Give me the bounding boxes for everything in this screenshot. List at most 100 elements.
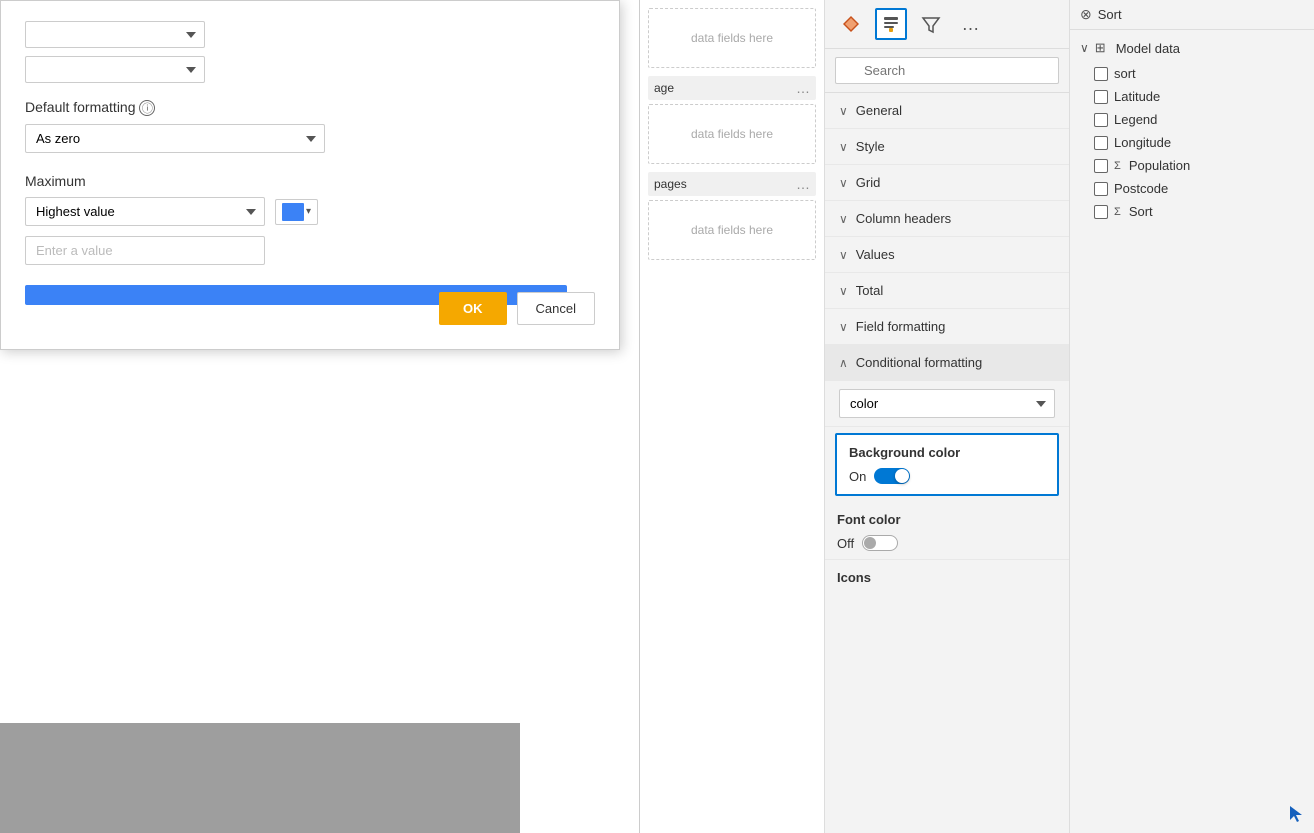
far-right-panel: ⊗ Sort ∨ ⊞ Model data sort Latitude Lege…: [1070, 0, 1314, 833]
format-search-bar: 🔍: [825, 49, 1069, 93]
field-checkbox-postcode[interactable]: [1094, 182, 1108, 196]
field-checkbox-population[interactable]: [1094, 159, 1108, 173]
format-paintbrush-icon-btn[interactable]: [875, 8, 907, 40]
color-swatch: [282, 203, 304, 221]
format-paintbrush-icon: [881, 14, 901, 34]
maximum-label: Maximum: [25, 173, 595, 189]
drop-zone-3[interactable]: data fields here: [648, 200, 816, 260]
field-item-sort: sort: [1070, 62, 1314, 85]
gray-area: [0, 723, 520, 833]
font-color-title: Font color: [837, 512, 1057, 527]
section-values[interactable]: ∨ Values: [825, 237, 1069, 273]
field-item-population: Σ Population: [1070, 154, 1314, 177]
field-name-longitude: Longitude: [1114, 135, 1171, 150]
conditional-formatting-dropdown-row: color: [825, 381, 1069, 427]
info-icon[interactable]: ⓘ: [139, 100, 155, 116]
background-color-section: Background color On: [835, 433, 1059, 496]
maximum-row: Highest value ▾: [25, 197, 595, 226]
search-input[interactable]: [835, 57, 1059, 84]
font-color-toggle[interactable]: [862, 535, 898, 551]
bg-color-toggle-row: On: [849, 468, 1045, 484]
format-panel-icons: …: [825, 0, 1069, 49]
field-item-latitude: Latitude: [1070, 85, 1314, 108]
field-checkbox-legend[interactable]: [1094, 113, 1108, 127]
field-checkbox-sort[interactable]: [1094, 67, 1108, 81]
section-total-label: Total: [856, 283, 883, 298]
field-item-postcode: Postcode: [1070, 177, 1314, 200]
more-options-icon-btn[interactable]: …: [955, 8, 987, 40]
field-checkbox-longitude[interactable]: [1094, 136, 1108, 150]
section-grid-label: Grid: [856, 175, 881, 190]
right-format-panel: … 🔍 ∨ General ∨ Style ∨ Grid ∨ Column he…: [825, 0, 1070, 833]
cancel-button[interactable]: Cancel: [517, 292, 595, 325]
model-data-header[interactable]: ∨ ⊞ Model data: [1070, 34, 1314, 62]
section-general[interactable]: ∨ General: [825, 93, 1069, 129]
font-color-title-text: Font color: [837, 512, 901, 527]
field-tag-age: age …: [648, 76, 816, 100]
chevron-field-formatting-icon: ∨: [839, 320, 848, 334]
field-tag-age-menu[interactable]: …: [796, 80, 810, 96]
top-dropdown-1[interactable]: [25, 21, 205, 48]
section-conditional-formatting-label: Conditional formatting: [856, 355, 982, 370]
top-dropdown-2[interactable]: [25, 56, 205, 83]
field-item-longitude: Longitude: [1070, 131, 1314, 154]
drop-zone-1[interactable]: data fields here: [648, 8, 816, 68]
bg-toggle-label: On: [849, 469, 866, 484]
filter-icon-btn[interactable]: [915, 8, 947, 40]
section-total[interactable]: ∨ Total: [825, 273, 1069, 309]
field-name-population: Population: [1129, 158, 1190, 173]
section-style-label: Style: [856, 139, 885, 154]
bg-color-toggle[interactable]: [874, 468, 910, 484]
table-icon: ⊞: [1095, 40, 1106, 56]
chart-type-icon: [841, 14, 861, 34]
icons-section: Icons: [825, 560, 1069, 595]
section-conditional-formatting[interactable]: ∧ Conditional formatting: [825, 345, 1069, 381]
field-tag-pages-text: pages: [654, 177, 687, 191]
sort-row[interactable]: ⊗ Sort: [1070, 0, 1314, 30]
field-name-latitude: Latitude: [1114, 89, 1160, 104]
default-formatting-label: Default formatting ⓘ: [25, 99, 595, 116]
section-style[interactable]: ∨ Style: [825, 129, 1069, 165]
field-item-sort-sigma: Σ Sort: [1070, 200, 1314, 223]
mid-fields-area: data fields here age … data fields here …: [640, 0, 824, 833]
default-formatting-dropdown[interactable]: As zero: [25, 124, 325, 153]
conditional-formatting-dropdown[interactable]: color: [839, 389, 1055, 418]
section-field-formatting-label: Field formatting: [856, 319, 946, 334]
value-input[interactable]: [25, 236, 265, 265]
section-field-formatting[interactable]: ∨ Field formatting: [825, 309, 1069, 345]
field-tag-pages: pages …: [648, 172, 816, 196]
chevron-down-icon: ▾: [306, 206, 311, 217]
font-color-toggle-thumb: [864, 537, 876, 549]
color-swatch-button[interactable]: ▾: [275, 199, 318, 225]
section-column-headers[interactable]: ∨ Column headers: [825, 201, 1069, 237]
default-formatting-text: Default formatting: [25, 99, 136, 115]
dialog-top-dropdowns: [25, 21, 595, 83]
field-name-postcode: Postcode: [1114, 181, 1168, 196]
ok-button[interactable]: OK: [439, 292, 507, 325]
chevron-total-icon: ∨: [839, 284, 848, 298]
drop-zone-3-text: data fields here: [657, 223, 807, 237]
sigma-sort-icon: Σ: [1114, 206, 1121, 218]
chart-type-icon-btn[interactable]: [835, 8, 867, 40]
drop-zone-2-text: data fields here: [657, 127, 807, 141]
filter-icon: [921, 14, 941, 34]
field-checkbox-sort-sigma[interactable]: [1094, 205, 1108, 219]
model-data-label: Model data: [1116, 41, 1180, 56]
drop-zone-1-text: data fields here: [657, 31, 807, 45]
default-formatting-section: Default formatting ⓘ As zero: [25, 99, 595, 153]
field-tag-pages-menu[interactable]: …: [796, 176, 810, 192]
section-grid[interactable]: ∨ Grid: [825, 165, 1069, 201]
font-toggle-label: Off: [837, 536, 854, 551]
field-tag-age-text: age: [654, 81, 674, 95]
sort-label: Sort: [1098, 7, 1122, 22]
field-item-legend: Legend: [1070, 108, 1314, 131]
model-data-chevron-icon: ∨: [1080, 41, 1089, 55]
format-sections: ∨ General ∨ Style ∨ Grid ∨ Column header…: [825, 93, 1069, 833]
drop-zone-2[interactable]: data fields here: [648, 104, 816, 164]
field-checkbox-latitude[interactable]: [1094, 90, 1108, 104]
icons-title: Icons: [837, 570, 1057, 585]
chevron-grid-icon: ∨: [839, 176, 848, 190]
chevron-style-icon: ∨: [839, 140, 848, 154]
font-color-section: Font color Off: [825, 502, 1069, 560]
maximum-dropdown[interactable]: Highest value: [25, 197, 265, 226]
